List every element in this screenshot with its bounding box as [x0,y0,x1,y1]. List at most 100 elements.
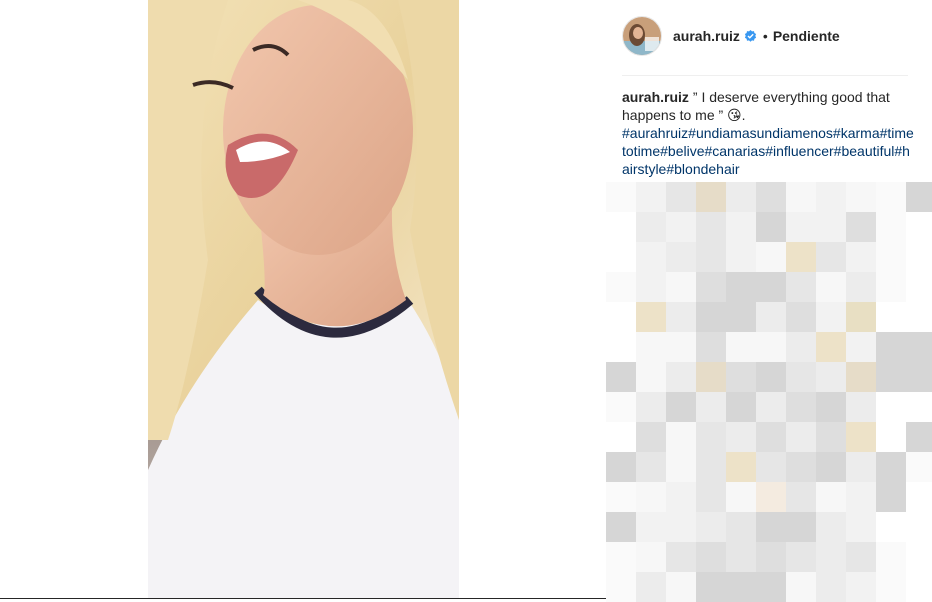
mosaic-cell [666,392,696,422]
mosaic-cell [816,392,846,422]
mosaic-cell [606,362,636,392]
mosaic-cell [876,332,906,362]
post-media-pane [0,0,606,599]
mosaic-cell [726,482,756,512]
mosaic-cell [756,182,786,212]
mosaic-cell [606,182,636,212]
username-link[interactable]: aurah.ruiz [673,28,740,44]
caption-username-link[interactable]: aurah.ruiz [622,89,689,105]
mosaic-cell [606,482,636,512]
mosaic-cell [816,332,846,362]
mosaic-cell [636,482,666,512]
mosaic-cell [666,212,696,242]
mosaic-cell [756,212,786,242]
mosaic-cell [666,242,696,272]
mosaic-cell [876,392,906,422]
mosaic-cell [696,212,726,242]
mosaic-cell [666,362,696,392]
mosaic-cell [606,392,636,422]
mosaic-cell [696,182,726,212]
mosaic-cell [786,212,816,242]
mosaic-cell [906,272,932,302]
avatar[interactable] [622,16,662,56]
mosaic-cell [876,182,906,212]
mosaic-cell [816,272,846,302]
mosaic-cell [906,302,932,332]
mosaic-cell [606,212,636,242]
mosaic-cell [786,272,816,302]
mosaic-cell [636,362,666,392]
mosaic-cell [666,482,696,512]
mosaic-cell [906,452,932,482]
mosaic-cell [606,572,636,602]
mosaic-cell [606,542,636,572]
mosaic-cell [786,482,816,512]
post-side-panel: aurah.ruiz • Pendiente aurah.ruiz” I des… [606,0,932,602]
mosaic-cell [696,272,726,302]
mosaic-cell [726,422,756,452]
follow-status-button[interactable]: Pendiente [773,28,840,44]
mosaic-cell [756,302,786,332]
mosaic-cell [786,452,816,482]
mosaic-cell [906,512,932,542]
mosaic-cell [636,452,666,482]
mosaic-cell [786,392,816,422]
mosaic-cell [636,242,666,272]
mosaic-cell [696,242,726,272]
mosaic-cell [666,572,696,602]
header-divider [622,75,908,76]
mosaic-cell [726,542,756,572]
mosaic-cell [816,302,846,332]
mosaic-cell [606,422,636,452]
mosaic-cell [816,242,846,272]
mosaic-cell [816,542,846,572]
mosaic-cell [726,212,756,242]
mosaic-cell [846,182,876,212]
mosaic-cell [876,452,906,482]
mosaic-cell [726,452,756,482]
mosaic-cell [906,182,932,212]
mosaic-cell [726,392,756,422]
mosaic-cell [726,302,756,332]
mosaic-cell [696,512,726,542]
mosaic-cell [666,182,696,212]
mosaic-cell [876,302,906,332]
mosaic-cell [876,212,906,242]
mosaic-cell [786,332,816,362]
mosaic-cell [846,212,876,242]
mosaic-cell [666,272,696,302]
mosaic-cell [696,542,726,572]
mosaic-cell [786,422,816,452]
mosaic-cell [906,542,932,572]
mosaic-cell [786,362,816,392]
mosaic-cell [756,422,786,452]
mosaic-cell [876,512,906,542]
caption-hashtags[interactable]: #aurahruiz#undiamasundiamenos#karma#time… [622,124,914,178]
mosaic-cell [876,242,906,272]
mosaic-cell [876,542,906,572]
mosaic-cell [696,392,726,422]
mosaic-cell [666,302,696,332]
mosaic-cell [786,182,816,212]
mosaic-cell [876,272,906,302]
mosaic-cell [816,572,846,602]
mosaic-cell [846,362,876,392]
mosaic-cell [846,512,876,542]
mosaic-cell [636,542,666,572]
mosaic-cell [636,182,666,212]
mosaic-cell [606,302,636,332]
mosaic-cell [666,332,696,362]
mosaic-cell [636,212,666,242]
mosaic-cell [636,512,666,542]
mosaic-cell [876,572,906,602]
mosaic-cell [756,332,786,362]
mosaic-cell [756,512,786,542]
mosaic-cell [816,362,846,392]
mosaic-cell [636,302,666,332]
mosaic-cell [726,182,756,212]
mosaic-cell [846,332,876,362]
mosaic-cell [906,332,932,362]
post-photo[interactable] [148,0,459,599]
mosaic-cell [666,422,696,452]
mosaic-cell [846,272,876,302]
